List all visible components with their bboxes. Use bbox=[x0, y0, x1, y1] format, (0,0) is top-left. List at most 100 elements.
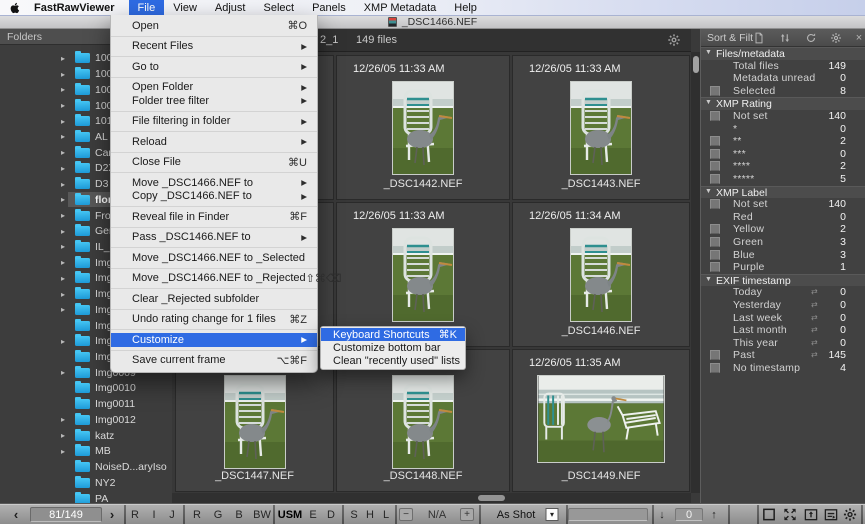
file-menu-item[interactable]: Move _DSC1466.NEF to _Selected bbox=[111, 251, 317, 265]
scrollbar-thumb[interactable] bbox=[478, 495, 505, 501]
toolbar-toggle-r[interactable]: R bbox=[193, 504, 201, 524]
filter-row[interactable]: ****2 bbox=[701, 160, 865, 173]
filter-row[interactable]: Total files149 bbox=[701, 60, 865, 73]
grid-horizontal-scrollbar[interactable] bbox=[172, 493, 691, 503]
disclosure-triangle-icon[interactable]: ▸ bbox=[61, 444, 65, 459]
file-menu-item[interactable]: Pass _DSC1466.NEF to▶ bbox=[111, 231, 317, 245]
filter-checkbox[interactable] bbox=[710, 250, 720, 260]
thumb-cell[interactable]: 12/26/05 11:33 AM bbox=[337, 203, 509, 346]
thumb-cell[interactable]: 12/26/05 11:33 AM_DSC1443.NEF bbox=[513, 56, 689, 199]
thumb-image[interactable] bbox=[571, 82, 631, 174]
filter-checkbox[interactable] bbox=[710, 237, 720, 247]
app-name[interactable]: FastRawViewer bbox=[34, 2, 115, 14]
filter-checkbox[interactable] bbox=[710, 262, 720, 272]
filter-row[interactable]: Last week⇄0 bbox=[701, 312, 865, 325]
disclosure-triangle-icon[interactable]: ▸ bbox=[61, 334, 65, 349]
toolbar-toggle-l[interactable]: L bbox=[383, 504, 389, 524]
jump-up-arrow[interactable]: ↑ bbox=[711, 504, 717, 524]
filter-section-header[interactable]: ▼XMP Label bbox=[701, 186, 865, 199]
toolbar-toggle-j[interactable]: J bbox=[169, 504, 175, 524]
toolbar-toggle-s[interactable]: S bbox=[350, 504, 357, 524]
white-balance-dropdown[interactable]: ▾ bbox=[546, 504, 559, 524]
apple-menu-icon[interactable] bbox=[10, 1, 25, 14]
thumb-cell[interactable]: 12/26/05 11:34 AM_DSC1448.NEF bbox=[337, 350, 509, 491]
menubar-item-help[interactable]: Help bbox=[445, 0, 486, 15]
collapse-triangle-icon[interactable]: ▼ bbox=[705, 99, 712, 106]
toolbar-toggle-g[interactable]: G bbox=[214, 504, 223, 524]
collapse-triangle-icon[interactable]: ▼ bbox=[705, 276, 712, 283]
toolbar-toggle-bw[interactable]: BW bbox=[253, 504, 271, 524]
filter-row[interactable]: Blue3 bbox=[701, 249, 865, 262]
next-file-button[interactable]: › bbox=[110, 504, 114, 524]
disclosure-triangle-icon[interactable]: ▸ bbox=[61, 255, 65, 270]
file-menu-item[interactable]: Undo rating change for 1 files⌘Z bbox=[111, 313, 317, 327]
filter-row[interactable]: Last month⇄0 bbox=[701, 324, 865, 337]
toolbar-toggle-usm[interactable]: USM bbox=[278, 504, 302, 524]
file-menu-item[interactable]: Open Folder▶ bbox=[111, 81, 317, 95]
disclosure-triangle-icon[interactable]: ▸ bbox=[61, 224, 65, 239]
file-menu-item[interactable]: Customize▶ bbox=[111, 333, 317, 347]
filter-checkbox[interactable] bbox=[710, 111, 720, 121]
disclosure-triangle-icon[interactable]: ▸ bbox=[61, 161, 65, 176]
filter-row[interactable]: *****5 bbox=[701, 173, 865, 186]
filter-row[interactable]: No timestamp4 bbox=[701, 362, 865, 375]
folder-item-pa[interactable]: PA bbox=[0, 491, 172, 503]
adjustments-icon[interactable] bbox=[824, 507, 839, 522]
disclosure-triangle-icon[interactable]: ▸ bbox=[61, 51, 65, 66]
toolbar-toggle-d[interactable]: D bbox=[327, 504, 335, 524]
filter-row[interactable]: Selected8 bbox=[701, 85, 865, 98]
filter-checkbox[interactable] bbox=[710, 136, 720, 146]
thumb-image[interactable] bbox=[571, 229, 631, 321]
filter-row[interactable]: Metadata unread0 bbox=[701, 72, 865, 85]
filter-checkbox[interactable] bbox=[710, 363, 720, 373]
fullscreen-icon[interactable] bbox=[783, 507, 798, 522]
thumb-image[interactable] bbox=[393, 229, 453, 321]
menubar-item-file[interactable]: File bbox=[129, 0, 165, 15]
filter-checkbox[interactable] bbox=[710, 149, 720, 159]
thumb-cell[interactable]: 12/26/05 11:35 AM_DSC1449.NEF bbox=[513, 350, 689, 491]
disclosure-triangle-icon[interactable]: ▸ bbox=[61, 98, 65, 113]
disclosure-triangle-icon[interactable]: ▸ bbox=[61, 412, 65, 427]
folder-item-ny2[interactable]: NY2 bbox=[0, 475, 172, 491]
disclosure-triangle-icon[interactable]: ▸ bbox=[61, 192, 65, 207]
frame-icon[interactable] bbox=[762, 507, 777, 522]
gear-icon[interactable] bbox=[843, 507, 858, 522]
file-menu-item[interactable]: Move _DSC1466.NEF to▶ bbox=[111, 176, 317, 190]
file-menu-item[interactable]: Move _DSC1466.NEF to _Rejected⇧⌘⌫ bbox=[111, 272, 317, 286]
file-menu-item[interactable]: Close File⌘U bbox=[111, 156, 317, 170]
filter-row[interactable]: Yesterday⇄0 bbox=[701, 299, 865, 312]
filter-row[interactable]: Not set140 bbox=[701, 110, 865, 123]
disclosure-triangle-icon[interactable]: ▸ bbox=[61, 129, 65, 144]
filter-row[interactable]: Green3 bbox=[701, 236, 865, 249]
file-menu-item[interactable]: Reveal file in Finder⌘F bbox=[111, 210, 317, 224]
file-menu-item[interactable]: Clear _Rejected subfolder bbox=[111, 292, 317, 306]
sort-icon[interactable] bbox=[779, 32, 791, 44]
filter-row[interactable]: Not set140 bbox=[701, 198, 865, 211]
filter-row[interactable]: Past⇄145 bbox=[701, 349, 865, 362]
thumb-cell[interactable]: 12/26/05 11:33 AM_DSC1442.NEF bbox=[337, 56, 509, 199]
filter-checkbox[interactable] bbox=[710, 224, 720, 234]
gear-icon[interactable] bbox=[830, 32, 842, 44]
menubar-item-xmp-metadata[interactable]: XMP Metadata bbox=[355, 0, 446, 15]
grid-vertical-scrollbar[interactable] bbox=[691, 52, 700, 493]
file-menu-item[interactable]: Go to▶ bbox=[111, 60, 317, 74]
toolbar-toggle-h[interactable]: H bbox=[366, 504, 374, 524]
filter-section-header[interactable]: ▼Files/metadata bbox=[701, 47, 865, 60]
filter-row[interactable]: *0 bbox=[701, 123, 865, 136]
thumb-image[interactable] bbox=[225, 376, 285, 468]
file-menu-item[interactable]: Save current frame⌥⌘F bbox=[111, 354, 317, 368]
filter-section-header[interactable]: ▼EXIF timestamp bbox=[701, 274, 865, 287]
toolbar-toggle-i[interactable]: I bbox=[152, 504, 155, 524]
folder-item-img0011[interactable]: Img0011 bbox=[0, 396, 172, 412]
file-menu-item[interactable]: Open⌘O bbox=[111, 19, 317, 33]
menubar-item-select[interactable]: Select bbox=[254, 0, 303, 15]
thumb-cell[interactable]: 12/26/05 11:34 AM_DSC1446.NEF bbox=[513, 203, 689, 346]
file-menu-item[interactable]: Folder tree filter▶ bbox=[111, 94, 317, 108]
browser-gear-icon[interactable] bbox=[667, 33, 681, 47]
toolbar-toggle-e[interactable]: E bbox=[309, 504, 316, 524]
filter-checkbox[interactable] bbox=[710, 174, 720, 184]
filter-checkbox[interactable] bbox=[710, 86, 720, 96]
document-icon[interactable] bbox=[753, 32, 765, 44]
folder-item-img0012[interactable]: ▸Img0012 bbox=[0, 412, 172, 428]
thumb-image[interactable] bbox=[393, 82, 453, 174]
